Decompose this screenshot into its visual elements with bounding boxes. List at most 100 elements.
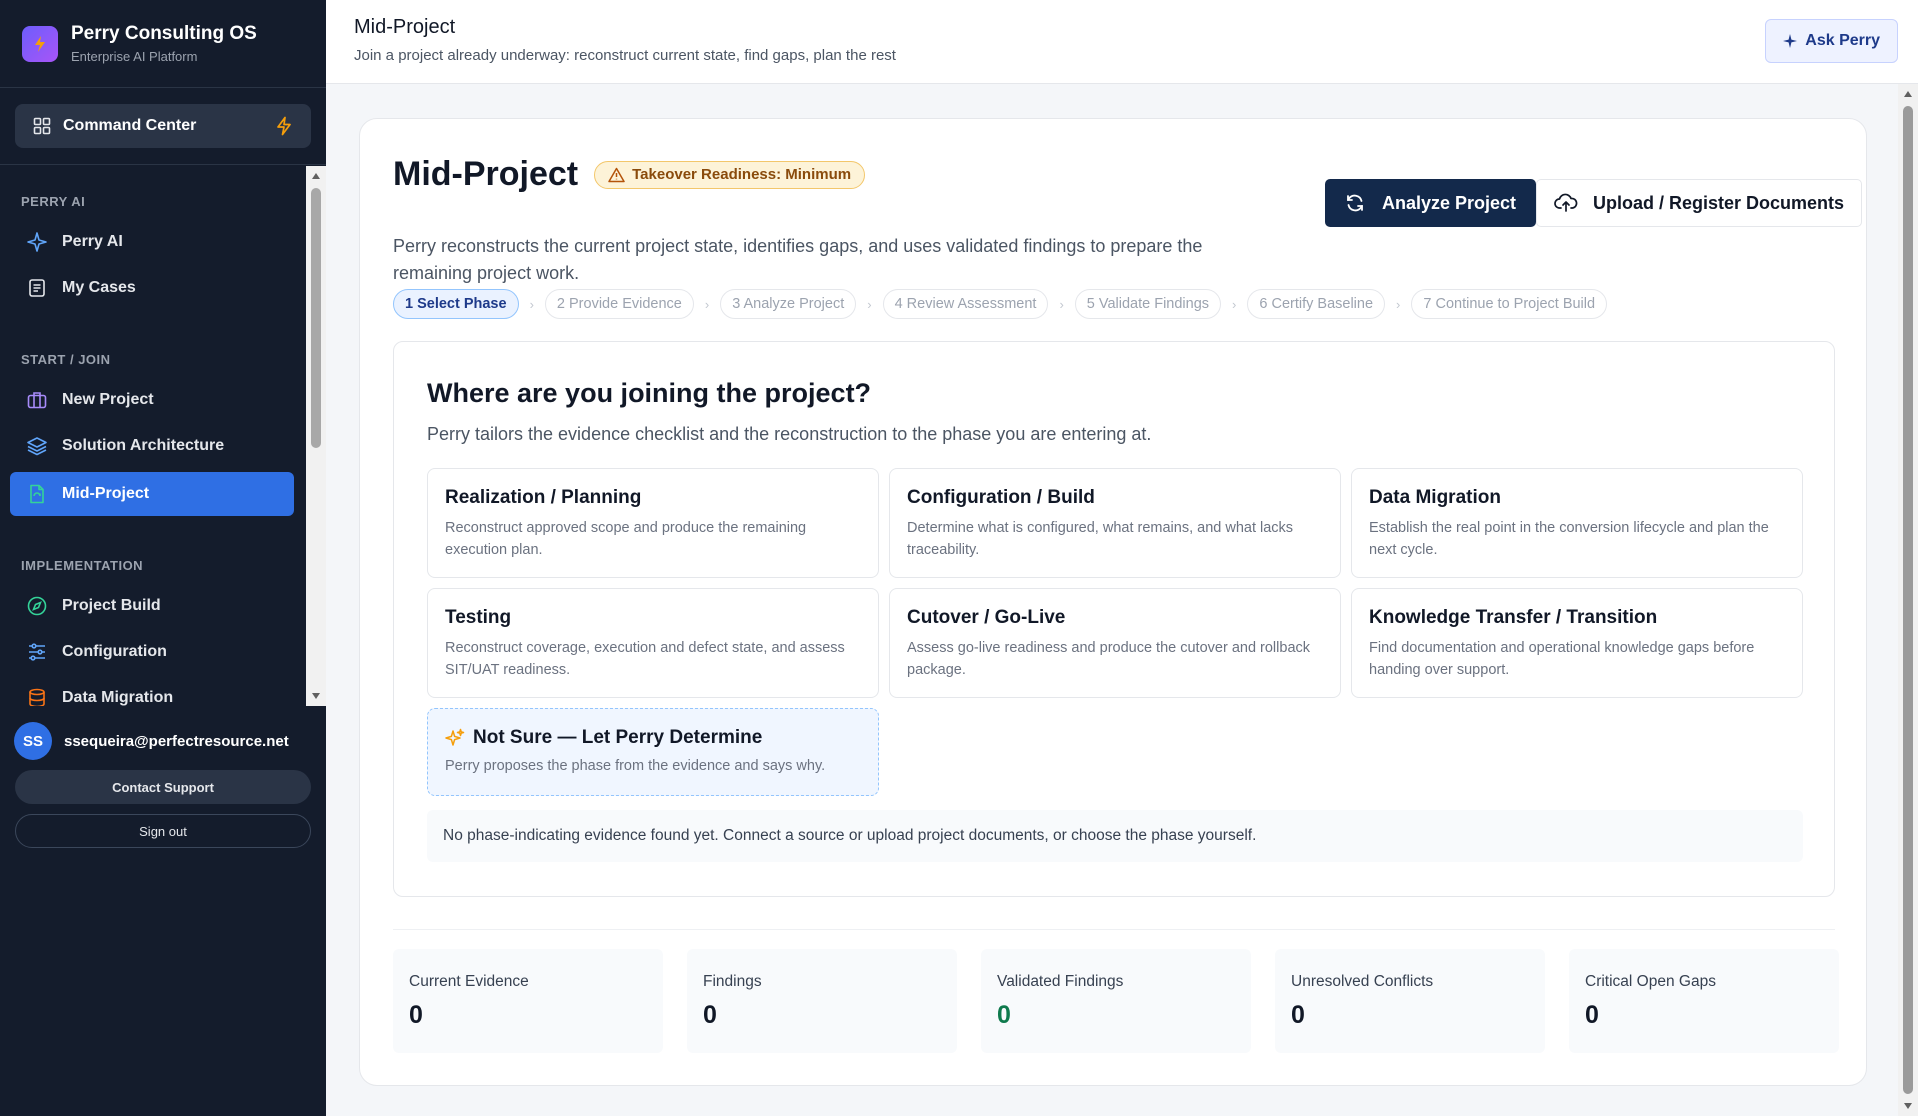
sparkle-icon bbox=[1783, 34, 1798, 48]
sidebar-item-perry-ai[interactable]: Perry AI bbox=[10, 220, 294, 264]
phase-option-realization-planning[interactable]: Realization / Planning Reconstruct appro… bbox=[427, 468, 879, 578]
sparkles-icon bbox=[445, 728, 465, 746]
sidebar-item-solution-architecture[interactable]: Solution Architecture bbox=[10, 424, 294, 468]
refresh-icon bbox=[1347, 194, 1363, 212]
sidebar-scrollbar[interactable] bbox=[306, 166, 326, 706]
step-validate-findings[interactable]: 5 Validate Findings bbox=[1074, 289, 1222, 319]
stat-findings: Findings 0 bbox=[687, 949, 957, 1053]
step-review-assessment[interactable]: 4 Review Assessment bbox=[882, 289, 1049, 319]
nav-section-start-join: START / JOIN bbox=[21, 352, 111, 367]
stat-label: Unresolved Conflicts bbox=[1291, 973, 1434, 990]
phase-option-data-migration[interactable]: Data Migration Establish the real point … bbox=[1351, 468, 1803, 578]
step-continue-to-project-build[interactable]: 7 Continue to Project Build bbox=[1411, 289, 1608, 319]
nav-section-perry-ai: PERRY AI bbox=[21, 194, 86, 209]
scroll-down-arrow-icon[interactable] bbox=[1903, 1102, 1913, 1110]
sidebar-item-label: My Cases bbox=[62, 279, 136, 296]
sidebar-item-label: Data Migration bbox=[62, 689, 174, 706]
avatar: SS bbox=[14, 722, 52, 760]
stat-validated-findings: Validated Findings 0 bbox=[981, 949, 1251, 1053]
scroll-down-arrow-icon[interactable] bbox=[311, 692, 321, 700]
phase-option-configuration-build[interactable]: Configuration / Build Determine what is … bbox=[889, 468, 1341, 578]
sidebar-item-label: New Project bbox=[62, 391, 154, 408]
evidence-notice: No phase-indicating evidence found yet. … bbox=[427, 810, 1803, 862]
chevron-right-icon: › bbox=[1059, 296, 1064, 312]
sidebar-item-new-project[interactable]: New Project bbox=[10, 378, 294, 422]
readiness-badge: Takeover Readiness: Minimum bbox=[594, 160, 866, 189]
ask-perry-button[interactable]: Ask Perry bbox=[1765, 19, 1898, 63]
top-bar: Mid-Project Join a project already under… bbox=[326, 0, 1918, 84]
cloud-upload-icon bbox=[1554, 193, 1578, 212]
phase-description: Find documentation and operational knowl… bbox=[1369, 640, 1755, 678]
phase-option-cutover-go-live[interactable]: Cutover / Go-Live Assess go-live readine… bbox=[889, 588, 1341, 698]
user-email: ssequeira@perfectresource.net bbox=[64, 732, 289, 750]
chevron-right-icon: › bbox=[867, 296, 872, 312]
stat-label: Current Evidence bbox=[409, 973, 529, 990]
stat-value: 0 bbox=[1291, 1001, 1305, 1029]
sidebar-item-configuration[interactable]: Configuration bbox=[10, 630, 294, 674]
phase-title: Cutover / Go-Live bbox=[907, 607, 1066, 628]
brand-subtitle: Enterprise AI Platform bbox=[71, 49, 198, 64]
analyze-project-button[interactable]: Analyze Project bbox=[1325, 179, 1537, 227]
sidebar-footer: SS ssequeira@perfectresource.net Contact… bbox=[0, 706, 326, 848]
phase-description: Reconstruct approved scope and produce t… bbox=[445, 520, 807, 558]
sidebar-item-project-build[interactable]: Project Build bbox=[10, 584, 294, 628]
scroll-up-arrow-icon[interactable] bbox=[311, 172, 321, 180]
stat-critical-open-gaps: Critical Open Gaps 0 bbox=[1569, 949, 1839, 1053]
nav-section-implementation: IMPLEMENTATION bbox=[21, 558, 144, 573]
phase-title: Configuration / Build bbox=[907, 487, 1095, 508]
phase-title: Data Migration bbox=[1369, 487, 1501, 508]
sidebar-item-my-cases[interactable]: My Cases bbox=[10, 266, 294, 310]
phase-selection-title: Where are you joining the project? bbox=[427, 378, 872, 408]
scroll-up-arrow-icon[interactable] bbox=[1903, 90, 1913, 98]
main-scrollbar[interactable] bbox=[1898, 84, 1918, 1116]
sidebar-item-label: Solution Architecture bbox=[62, 437, 225, 454]
sidebar-item-data-migration[interactable]: Data Migration bbox=[10, 676, 294, 706]
phase-option-knowledge-transfer[interactable]: Knowledge Transfer / Transition Find doc… bbox=[1351, 588, 1803, 698]
briefcase-icon bbox=[27, 392, 47, 409]
step-certify-baseline[interactable]: 6 Certify Baseline bbox=[1247, 289, 1386, 319]
mid-project-card: Mid-Project Takeover Readiness: Minimum … bbox=[359, 118, 1867, 1086]
file-refresh-icon bbox=[30, 484, 44, 504]
database-icon bbox=[29, 688, 45, 706]
step-analyze-project[interactable]: 3 Analyze Project bbox=[720, 289, 857, 319]
phase-selection-lead: Perry tailors the evidence checklist and… bbox=[427, 424, 1152, 444]
stat-label: Critical Open Gaps bbox=[1585, 973, 1716, 990]
page-title: Mid-Project bbox=[393, 155, 579, 193]
grid-icon bbox=[33, 117, 51, 135]
divider bbox=[393, 929, 1835, 930]
user-profile[interactable]: SS ssequeira@perfectresource.net bbox=[0, 706, 326, 760]
phase-title: Knowledge Transfer / Transition bbox=[1369, 607, 1658, 628]
phase-description: Reconstruct coverage, execution and defe… bbox=[445, 640, 845, 678]
analyze-project-label: Analyze Project bbox=[1382, 192, 1517, 213]
step-select-phase[interactable]: 1 Select Phase bbox=[393, 289, 519, 319]
sidebar-item-mid-project[interactable]: Mid-Project bbox=[10, 472, 294, 516]
sign-out-button[interactable]: Sign out bbox=[15, 814, 311, 848]
phase-option-not-sure[interactable]: Not Sure — Let Perry Determine Perry pro… bbox=[427, 708, 879, 796]
contact-support-button[interactable]: Contact Support bbox=[15, 770, 311, 804]
sidebar-nav: PERRY AI Perry AI My Cases START / JOIN … bbox=[0, 166, 306, 706]
sliders-icon bbox=[29, 643, 45, 661]
phase-option-testing[interactable]: Testing Reconstruct coverage, execution … bbox=[427, 588, 879, 698]
upload-documents-label: Upload / Register Documents bbox=[1593, 192, 1845, 213]
phase-title: Testing bbox=[445, 607, 512, 628]
sidebar-item-label: Mid-Project bbox=[62, 485, 150, 502]
upload-documents-button[interactable]: Upload / Register Documents bbox=[1536, 179, 1863, 227]
readiness-badge-label: Takeover Readiness: Minimum bbox=[632, 166, 852, 183]
compass-icon bbox=[27, 596, 47, 616]
stat-label: Findings bbox=[703, 973, 762, 990]
stat-current-evidence: Current Evidence 0 bbox=[393, 949, 663, 1053]
main-scrollbar-thumb[interactable] bbox=[1903, 106, 1913, 1094]
stat-unresolved-conflicts: Unresolved Conflicts 0 bbox=[1275, 949, 1545, 1053]
phase-title: Realization / Planning bbox=[445, 487, 642, 508]
command-center-button[interactable]: Command Center bbox=[15, 104, 311, 148]
stat-value: 0 bbox=[409, 1001, 423, 1029]
sidebar-scrollbar-thumb[interactable] bbox=[311, 188, 321, 448]
stat-value: 0 bbox=[1585, 1001, 1599, 1029]
chevron-right-icon: › bbox=[529, 296, 534, 312]
page-description: Perry reconstructs the current project s… bbox=[393, 236, 1203, 283]
progress-steps: 1 Select Phase › 2 Provide Evidence › 3 … bbox=[393, 289, 1608, 319]
step-provide-evidence[interactable]: 2 Provide Evidence bbox=[544, 289, 694, 319]
phase-description: Assess go-live readiness and produce the… bbox=[907, 640, 1311, 678]
sparkle-icon bbox=[27, 232, 47, 252]
bolt-logo-icon bbox=[22, 25, 58, 62]
